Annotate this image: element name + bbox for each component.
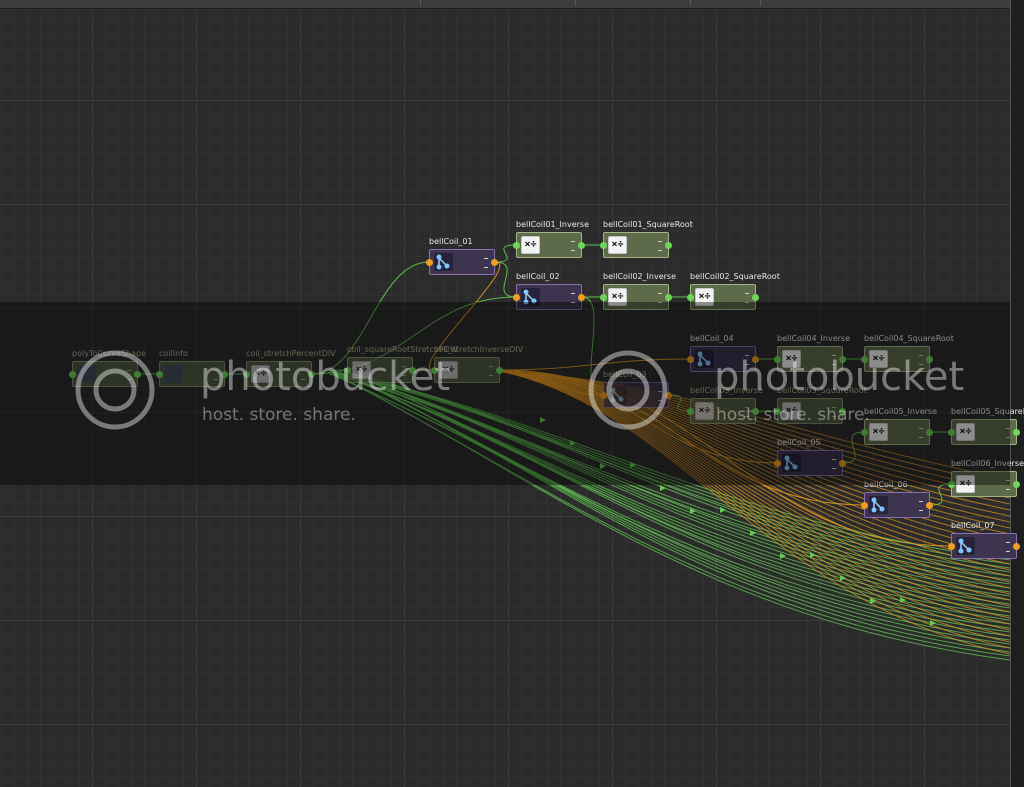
watermark-logo-icon (75, 350, 155, 430)
node-label: bellCoil01_Inverse (516, 220, 590, 229)
attribute-slot (919, 510, 923, 511)
attribute-slot (571, 241, 575, 242)
input-port[interactable] (861, 502, 868, 509)
watermark-brand: photobucket (200, 354, 451, 400)
watermark-tagline: host. store. share. (716, 405, 870, 425)
multiply-divide-icon: ×÷ (521, 236, 540, 254)
attribute-slot (919, 501, 923, 502)
multiply-divide-icon: ×÷ (608, 236, 627, 254)
output-port[interactable] (578, 242, 585, 249)
output-port[interactable] (1013, 429, 1020, 436)
output-port[interactable] (665, 242, 672, 249)
attribute-slot (1006, 542, 1010, 543)
node-label: bellCoil_07 (951, 521, 995, 530)
graph-node-bellcoil-06[interactable] (864, 492, 930, 518)
input-port[interactable] (426, 259, 433, 266)
watermark-logo-icon (588, 350, 668, 430)
output-port[interactable] (491, 259, 498, 266)
input-port[interactable] (513, 294, 520, 301)
attribute-slot (571, 293, 575, 294)
attribute-slot (658, 250, 662, 251)
output-port[interactable] (1013, 481, 1020, 488)
remap-value-icon (434, 253, 453, 271)
connection-wire (494, 261, 517, 298)
attribute-slot (1006, 489, 1010, 490)
node-label: bellCoil02_SquareRoot (690, 272, 780, 281)
graph-node-bellcoil-07[interactable] (951, 533, 1017, 559)
wire-direction-arrow (720, 507, 726, 513)
input-port[interactable] (600, 294, 607, 301)
wire-direction-arrow (840, 575, 846, 581)
attribute-slot (571, 250, 575, 251)
input-port[interactable] (600, 242, 607, 249)
output-port[interactable] (665, 294, 672, 301)
attribute-slot (658, 293, 662, 294)
remap-value-icon (869, 496, 888, 514)
remap-value-icon (956, 537, 975, 555)
side-panel-edge (1010, 0, 1024, 787)
attribute-slot (745, 293, 749, 294)
watermark-tagline: host. store. share. (202, 405, 356, 425)
output-port[interactable] (1013, 543, 1020, 550)
output-port[interactable] (752, 294, 759, 301)
node-label: bellCoil01_SquareRoot (603, 220, 693, 229)
graph-node-bellcoil01-squareroot[interactable]: ×÷ (603, 232, 669, 258)
input-port[interactable] (687, 294, 694, 301)
node-label: bellCoil_01 (429, 237, 473, 246)
node-label: bellCoil_02 (516, 272, 560, 281)
output-port[interactable] (578, 294, 585, 301)
attribute-slot (484, 258, 488, 259)
watermark-overlay: photobucket host. store. share. photobuc… (0, 302, 1010, 485)
input-port[interactable] (513, 242, 520, 249)
graph-node-bellcoil-01[interactable] (429, 249, 495, 275)
attribute-slot (658, 241, 662, 242)
graph-node-bellcoil01-inverse[interactable]: ×÷ (516, 232, 582, 258)
attribute-slot (1006, 551, 1010, 552)
attribute-slot (484, 267, 488, 268)
watermark-brand: photobucket (714, 354, 965, 400)
wire-direction-arrow (810, 552, 816, 558)
output-port[interactable] (926, 502, 933, 509)
node-label: bellCoil02_Inverse (603, 272, 677, 281)
wire-direction-arrow (660, 485, 666, 491)
input-port[interactable] (948, 543, 955, 550)
